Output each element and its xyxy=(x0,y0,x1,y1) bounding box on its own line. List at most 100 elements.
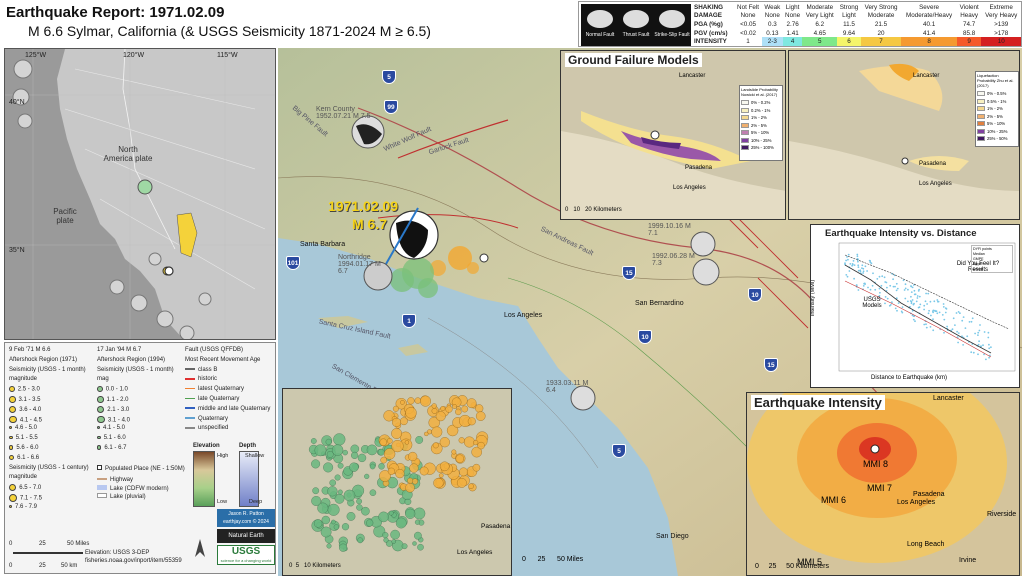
row-header: PGV (cm/s) xyxy=(694,29,728,37)
dyfi-point xyxy=(886,297,889,300)
dyfi-point xyxy=(852,260,855,262)
dyfi-point xyxy=(874,288,877,291)
dyfi-point xyxy=(929,300,932,303)
aftershock-1971-marker xyxy=(414,397,422,404)
dyfi-point xyxy=(904,287,907,290)
north-america-plate-label: North America plate xyxy=(103,145,153,163)
legend-item-label: 2.1 - 3.0 xyxy=(107,406,130,413)
legend-item: 5.6 - 6.0 xyxy=(9,445,38,451)
intensity-chart-ylabel: Intensity (MMI) xyxy=(810,279,817,317)
aftershock-1994-marker xyxy=(342,449,348,456)
probability-label: 10% - 25% xyxy=(751,137,772,143)
scale-bar-miles xyxy=(13,552,83,554)
fault-line-icon xyxy=(185,417,195,419)
legend-item-label: 4.6 - 5.0 xyxy=(15,425,38,432)
mmi-table: SHAKING Not Felt Weak Light Moderate Strong Ve… xyxy=(693,3,1021,46)
dyfi-point xyxy=(982,344,984,347)
legend-item: 7.6 - 7.9 xyxy=(9,504,37,510)
legend-item: 3.1 - 3.5 xyxy=(9,396,41,403)
dyfi-point xyxy=(988,356,990,359)
dyfi-point xyxy=(861,264,864,267)
table-cell: 4 xyxy=(782,37,803,46)
table-row: PGV (cm/s) <0.02 0.13 1.41 4.65 9.64 20 41.4 85.… xyxy=(693,29,1021,38)
aftershock-1994-marker xyxy=(334,474,341,481)
san-diego-label: San Diego xyxy=(656,533,689,540)
aftershock-1994-marker xyxy=(323,462,334,473)
aftershock-1994-marker xyxy=(414,519,421,525)
legend-item: Seismicity (USGS - 1 month) xyxy=(97,367,174,373)
table-cell: 2-3 xyxy=(761,37,783,46)
legend-item-label: Seismicity (USGS - 1 month) xyxy=(97,366,174,373)
dyfi-point xyxy=(955,312,958,314)
probability-legend-item: 2% - 5% xyxy=(977,113,1017,121)
gf-los-angeles-label: Los Angeles xyxy=(673,185,706,191)
legend-item-label: mag xyxy=(97,376,109,383)
color-swatch xyxy=(977,113,985,119)
fault-legend-item: middle and late Quaternary xyxy=(185,406,270,412)
dyfi-point xyxy=(987,331,990,334)
fault-legend-item: Most Recent Movement Age xyxy=(185,357,260,363)
table-cell: None xyxy=(740,12,756,20)
row-header: DAMAGE xyxy=(694,12,722,20)
probability-legend-item: 0.2% - 1% xyxy=(741,107,781,115)
dyfi-point xyxy=(959,312,961,315)
dyfi-point xyxy=(932,311,934,314)
aftershock-1994-marker xyxy=(391,539,396,544)
elevation-title: Elevation xyxy=(193,443,220,449)
probability-legend-item: 0.5% - 1% xyxy=(977,98,1017,106)
aftershock-1994-marker xyxy=(325,438,332,446)
dyfi-point xyxy=(954,324,956,326)
dyfi-point xyxy=(918,295,921,298)
aftershock-1971-marker xyxy=(411,478,418,485)
depth-shallow-label: Shallow xyxy=(245,453,265,459)
dyfi-point xyxy=(988,347,991,350)
legend-item: 0.0 - 1.0 xyxy=(97,386,128,393)
table-row: DAMAGE None None None Very Light Light Moderat… xyxy=(693,12,1021,21)
earthquake-intensity-title: Earthquake Intensity xyxy=(751,395,885,410)
dyfi-point xyxy=(857,260,859,263)
gf2-los-angeles-label: Los Angeles xyxy=(919,181,952,187)
dyfi-point xyxy=(864,265,867,268)
aftershock-1994-marker xyxy=(357,537,364,544)
strike-slip-fault-label: Strike-Slip Fault xyxy=(654,32,690,38)
dyfi-point xyxy=(886,286,888,289)
dyfi-point xyxy=(972,351,975,354)
aftershock-1971-marker xyxy=(405,407,417,419)
magnitude-symbol-icon xyxy=(97,386,103,392)
color-swatch xyxy=(741,122,749,128)
aftershock-1994-marker xyxy=(357,453,367,463)
aftershock-1971-marker xyxy=(473,439,479,446)
dyfi-point xyxy=(983,331,986,333)
highway-shield-icon: 10 xyxy=(748,288,762,302)
aftershock-1994-marker xyxy=(329,479,337,487)
aftershock-1994-marker xyxy=(369,463,376,470)
fault-legend-label: Most Recent Movement Age xyxy=(185,356,261,363)
legend-item: Aftershock Region (1994) xyxy=(97,357,165,363)
table-cell: Very Heavy xyxy=(985,12,1018,20)
aftershock-1994-marker xyxy=(321,515,330,525)
aftershock-1971-marker xyxy=(431,403,437,409)
table-cell: Severe xyxy=(919,3,940,11)
aftershock-1971-marker xyxy=(419,466,429,476)
lon-label-115: 115°W xyxy=(217,52,238,59)
elevation-high-label: High xyxy=(217,453,229,459)
fault-legend-label: historic xyxy=(198,376,218,383)
probability-label: 0.2% - 1% xyxy=(751,107,771,113)
fault-line-icon xyxy=(185,427,195,429)
table-cell: Very Light xyxy=(805,12,834,20)
ei-scale: 0 25 50 Kilometers xyxy=(755,563,829,570)
aftershock-1994-marker xyxy=(412,541,417,546)
dyfi-point xyxy=(985,358,987,361)
highway-shield-icon: 5 xyxy=(382,70,396,84)
map-legend: 9 Feb '71 M 6.6 Aftershock Region (1971) S… xyxy=(4,342,276,574)
dyfi-point xyxy=(844,262,846,265)
table-row: PGA (%g) <0.05 0.3 2.76 6.2 11.5 21.5 40.1 74.7 >… xyxy=(693,20,1021,29)
magnitude-symbol-icon xyxy=(9,494,17,502)
color-swatch xyxy=(977,98,985,104)
ei-irvine-label: Irvine xyxy=(959,557,977,564)
table-cell: Weak xyxy=(764,3,781,11)
dyfi-point xyxy=(977,334,979,336)
legend-item: 7.1 - 7.5 xyxy=(9,494,42,502)
dyfi-point xyxy=(970,351,973,354)
dyfi-point xyxy=(880,284,883,287)
